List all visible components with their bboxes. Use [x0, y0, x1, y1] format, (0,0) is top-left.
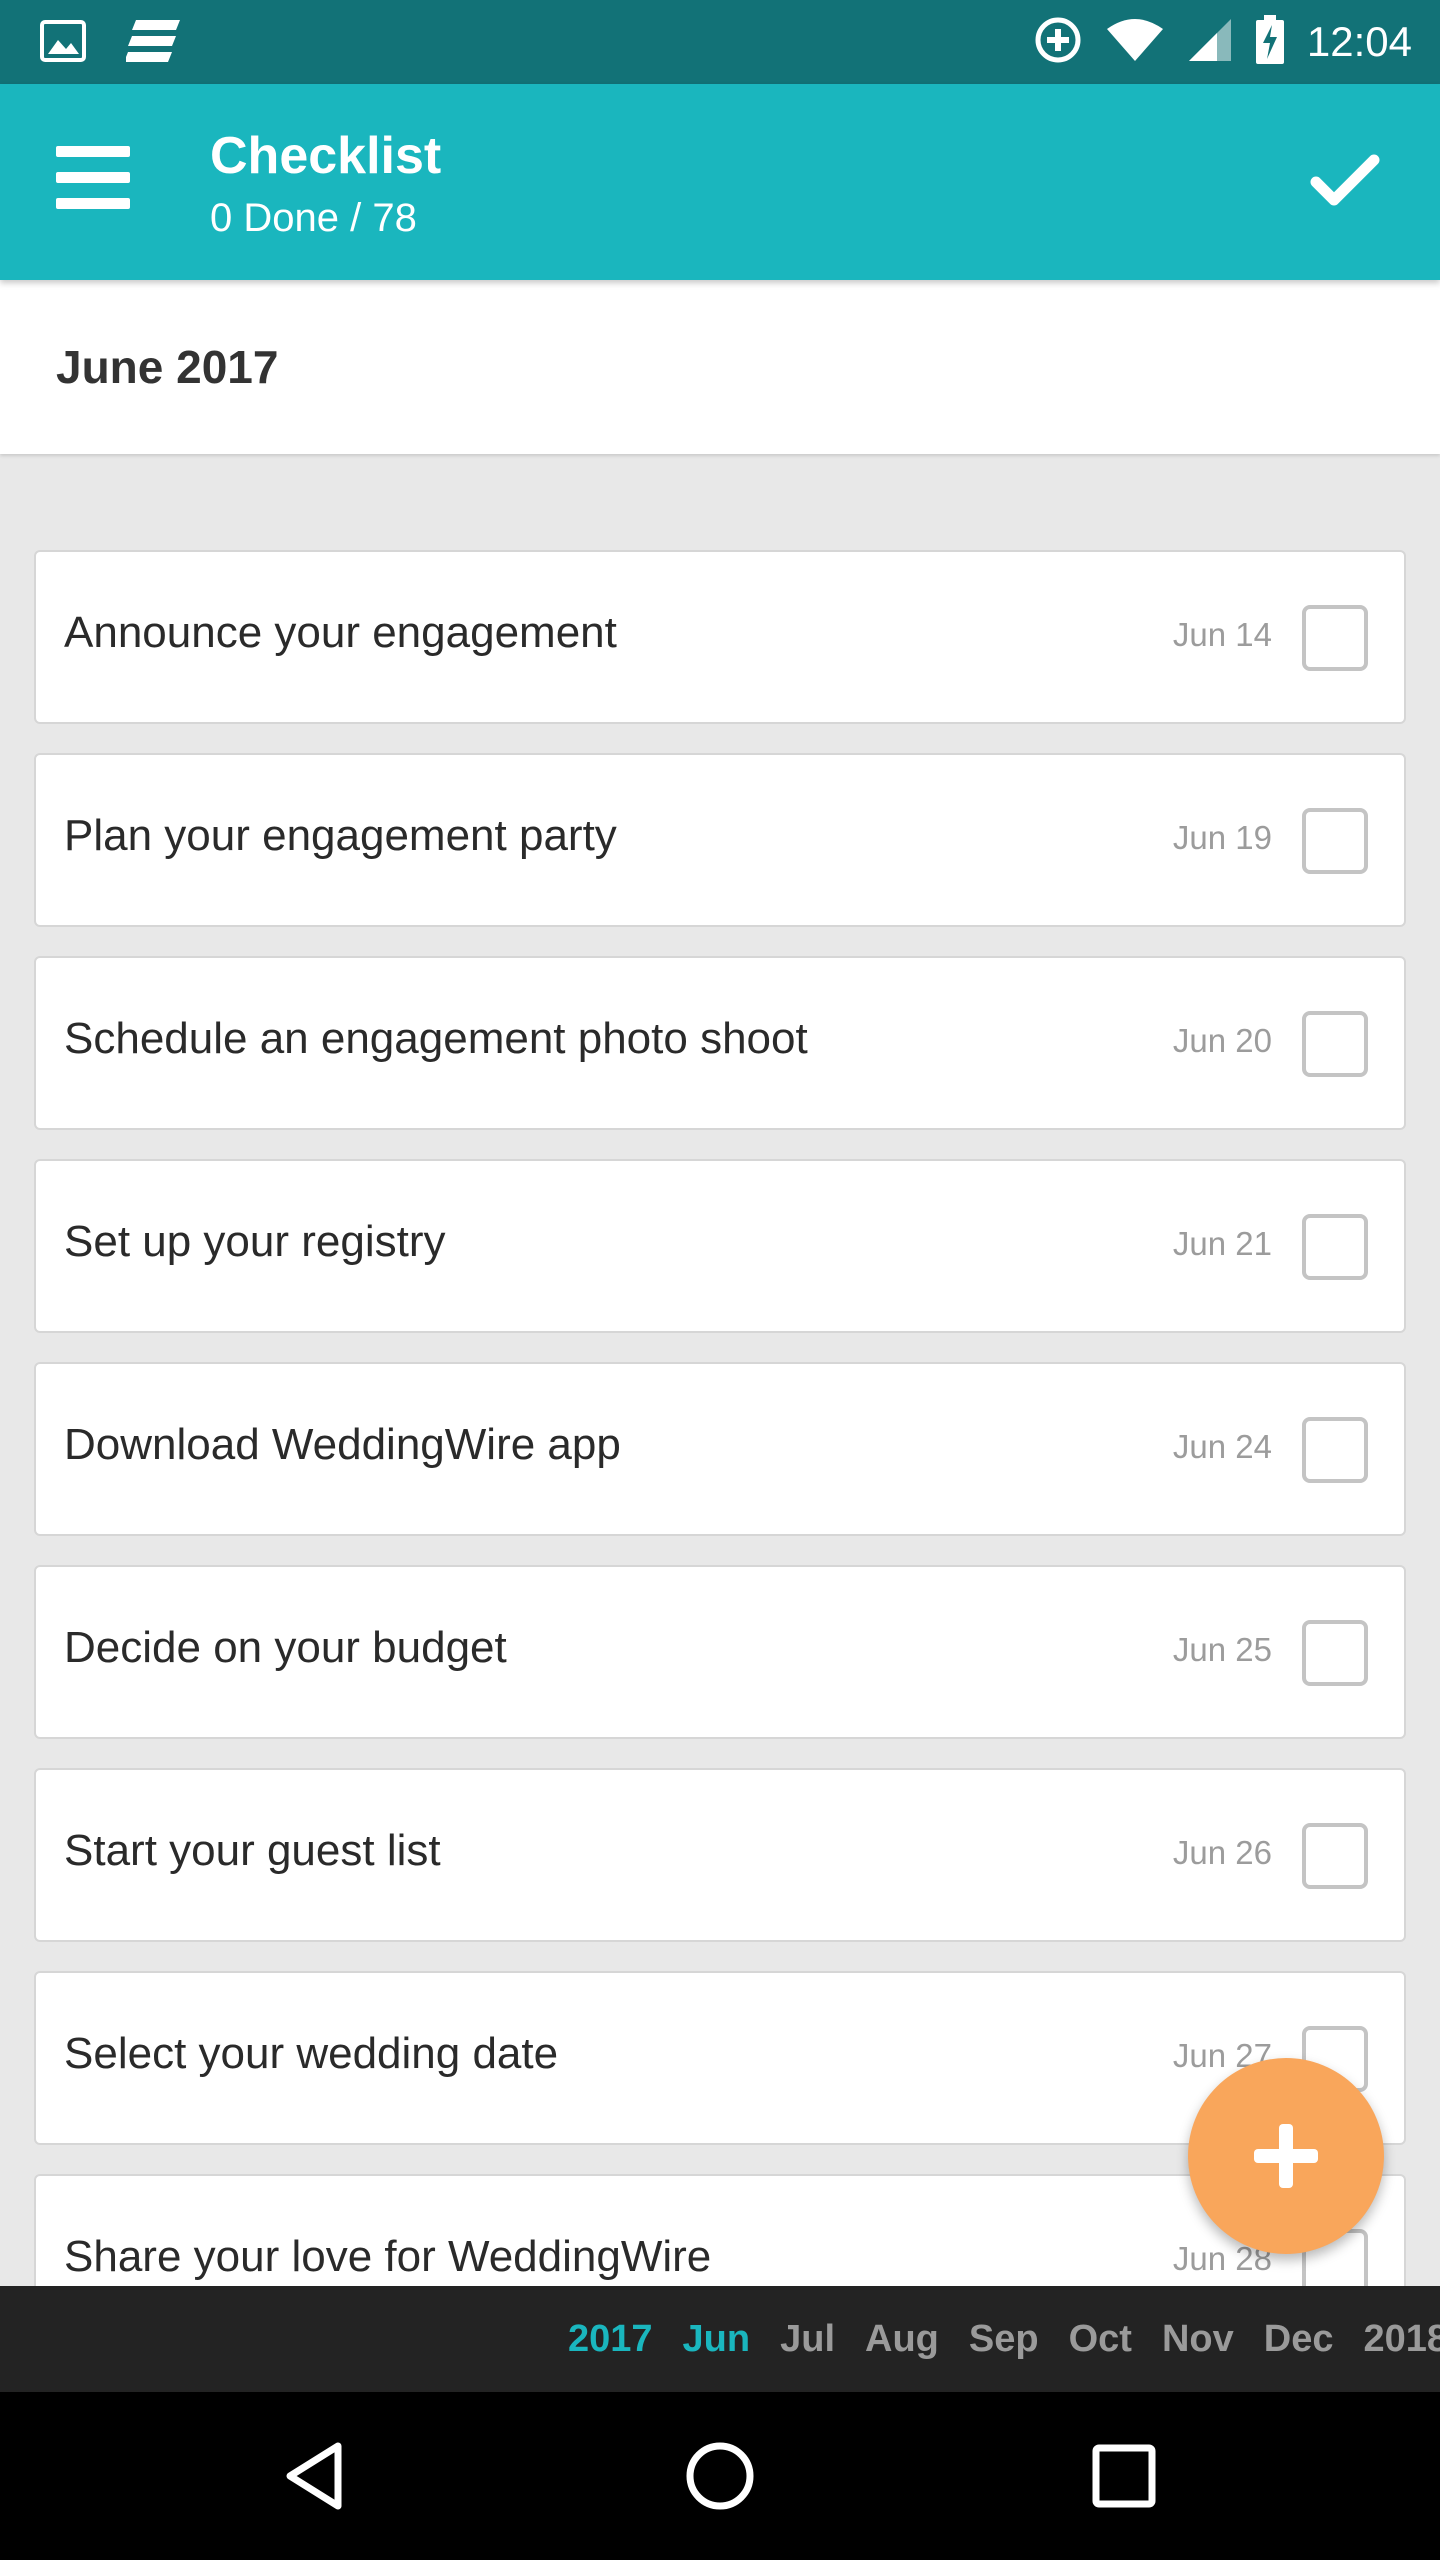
- task-item[interactable]: Set up your registry Jun 21: [34, 1159, 1406, 1333]
- page-title: Checklist: [210, 127, 442, 185]
- hamburger-menu-icon[interactable]: [56, 146, 136, 218]
- task-label: Announce your engagement: [64, 608, 617, 657]
- back-icon[interactable]: [276, 2436, 356, 2516]
- month-nav-item[interactable]: 2017: [568, 2318, 653, 2361]
- task-checkbox[interactable]: [1302, 1823, 1368, 1889]
- month-section-header: June 2017: [0, 280, 1440, 454]
- month-navigation: 2017 Jun Jul Aug Sep Oct Nov Dec 2018: [0, 2286, 1440, 2392]
- task-checkbox[interactable]: [1302, 808, 1368, 874]
- status-bar: 12:04: [0, 0, 1440, 84]
- home-icon[interactable]: [680, 2436, 760, 2516]
- task-item[interactable]: Schedule an engagement photo shoot Jun 2…: [34, 956, 1406, 1130]
- task-checkbox[interactable]: [1302, 1417, 1368, 1483]
- month-nav-item[interactable]: Aug: [865, 2318, 939, 2361]
- task-label: Decide on your budget: [64, 1623, 507, 1672]
- checkmark-icon[interactable]: [1310, 150, 1390, 220]
- add-task-button[interactable]: [1188, 2058, 1384, 2254]
- task-date: Jun 19: [1172, 819, 1272, 856]
- month-nav-item[interactable]: Oct: [1069, 2318, 1132, 2361]
- task-item[interactable]: Download WeddingWire app Jun 24: [34, 1362, 1406, 1536]
- task-date: Jun 25: [1172, 1631, 1272, 1668]
- task-label: Schedule an engagement photo shoot: [64, 1014, 808, 1063]
- battery-charging-icon: [1255, 14, 1285, 70]
- task-checkbox[interactable]: [1302, 1011, 1368, 1077]
- task-date: Jun 21: [1172, 1225, 1272, 1262]
- task-item[interactable]: Announce your engagement Jun 14: [34, 550, 1406, 724]
- recents-icon[interactable]: [1084, 2436, 1164, 2516]
- section-title: June 2017: [56, 341, 279, 393]
- system-navigation-bar: [0, 2392, 1440, 2560]
- task-label: Select your wedding date: [64, 2029, 559, 2078]
- month-nav-item[interactable]: Sep: [969, 2318, 1039, 2361]
- task-item[interactable]: Start your guest list Jun 26: [34, 1768, 1406, 1942]
- task-label: Share your love for WeddingWire: [64, 2232, 712, 2281]
- cell-signal-icon: [1187, 17, 1233, 68]
- task-label: Start your guest list: [64, 1826, 441, 1875]
- task-date: Jun 20: [1172, 1022, 1272, 1059]
- task-label: Set up your registry: [64, 1217, 446, 1266]
- month-nav-item[interactable]: 2018: [1363, 2318, 1440, 2361]
- app-bar: Checklist 0 Done / 78: [0, 84, 1440, 280]
- task-date: Jun 24: [1172, 1428, 1272, 1465]
- task-checkbox[interactable]: [1302, 1620, 1368, 1686]
- task-date: Jun 26: [1172, 1834, 1272, 1871]
- task-item[interactable]: Decide on your budget Jun 25: [34, 1565, 1406, 1739]
- progress-subtitle: 0 Done / 78: [210, 196, 417, 240]
- task-date: Jun 14: [1172, 616, 1272, 653]
- news-icon: [124, 18, 182, 69]
- task-item[interactable]: Plan your engagement party Jun 19: [34, 753, 1406, 927]
- task-checkbox[interactable]: [1302, 1214, 1368, 1280]
- wifi-icon: [1105, 17, 1165, 68]
- task-label: Download WeddingWire app: [64, 1420, 621, 1469]
- month-nav-item[interactable]: Dec: [1264, 2318, 1334, 2361]
- month-nav-item[interactable]: Nov: [1162, 2318, 1234, 2361]
- month-nav-item[interactable]: Jul: [780, 2318, 835, 2361]
- image-icon: [40, 20, 86, 67]
- data-saver-icon: [1033, 15, 1083, 70]
- status-time: 12:04: [1306, 18, 1412, 65]
- task-checkbox[interactable]: [1302, 605, 1368, 671]
- task-label: Plan your engagement party: [64, 811, 617, 860]
- month-nav-item[interactable]: Jun: [683, 2318, 751, 2361]
